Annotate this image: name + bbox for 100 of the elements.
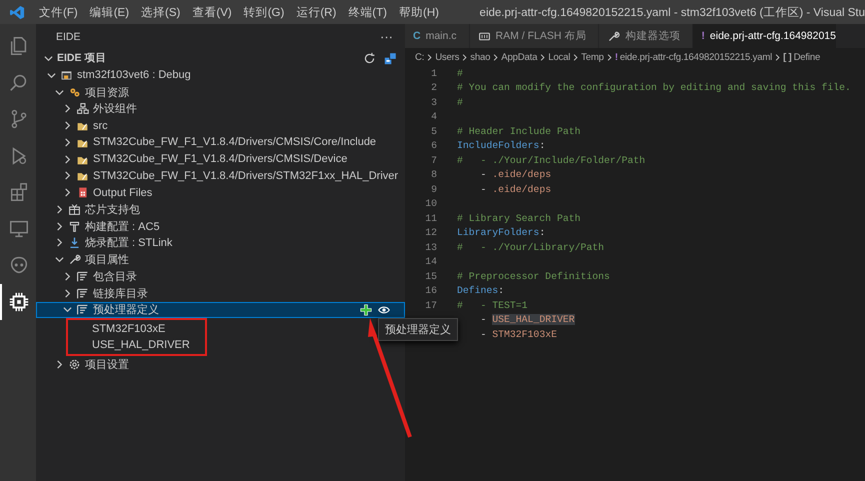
- breadcrumb-separator-icon: [572, 54, 580, 60]
- refresh-icon[interactable]: [363, 52, 376, 64]
- editor-tab[interactable]: C main.c: [405, 24, 470, 48]
- menu-item[interactable]: 运行(R): [290, 4, 342, 20]
- file-type-icon: !: [701, 30, 705, 42]
- chevron-right-icon[interactable]: [63, 138, 72, 147]
- more-actions-button[interactable]: ···: [380, 29, 393, 44]
- menu-item[interactable]: 选择(S): [135, 4, 186, 20]
- breadcrumb-separator-icon: [774, 54, 782, 60]
- chevron-right-icon[interactable]: [63, 288, 72, 298]
- code-comment: # Header Include Path: [457, 126, 580, 137]
- menu-item[interactable]: 帮助(H): [392, 4, 445, 20]
- tree-item[interactable]: 包含目录: [93, 268, 137, 284]
- tree-item[interactable]: 项目设置: [85, 356, 129, 372]
- tree-item[interactable]: 构建配置 : AC5: [85, 218, 160, 234]
- tree-item[interactable]: 项目资源: [85, 84, 129, 100]
- breadcrumb-item[interactable]: Users: [435, 52, 460, 62]
- code-text: :: [498, 285, 504, 296]
- breadcrumb-item[interactable]: AppData: [501, 52, 538, 62]
- line-number: 11: [424, 212, 437, 224]
- app-logo-icon: [10, 4, 25, 20]
- tree-item[interactable]: 项目属性: [85, 252, 129, 268]
- tree-item[interactable]: 链接库目录: [93, 286, 148, 301]
- chevron-down-icon[interactable]: [63, 305, 72, 314]
- tree-item[interactable]: STM32F103xE: [92, 322, 166, 335]
- chevron-down-icon[interactable]: [55, 255, 64, 264]
- hammer-icon: [68, 220, 81, 233]
- breadcrumb-separator-icon: [539, 54, 546, 60]
- menu-item[interactable]: 查看(V): [186, 4, 238, 20]
- chevron-right-icon[interactable]: [63, 104, 72, 114]
- tree-item[interactable]: STM32Cube_FW_F1_V1.8.4/Drivers/CMSIS/Core/Include: [93, 136, 376, 148]
- windows-icon[interactable]: [384, 52, 397, 64]
- code-text: :: [539, 227, 546, 238]
- code-text: :: [539, 140, 546, 152]
- line-number: 14: [424, 256, 437, 268]
- editor-tab[interactable]: 构建器选项: [599, 24, 694, 48]
- chevron-down-icon[interactable]: [55, 88, 64, 97]
- tree-item[interactable]: STM32Cube_FW_F1_V1.8.4/Drivers/CMSIS/Device: [93, 153, 348, 166]
- chevron-right-icon[interactable]: [63, 272, 72, 281]
- tree-item[interactable]: 芯片支持包: [85, 202, 140, 217]
- chevron-right-icon[interactable]: [63, 188, 72, 198]
- chevron-down-icon[interactable]: [44, 54, 53, 62]
- breadcrumb-separator-icon: [606, 54, 613, 60]
- menu-item[interactable]: 转到(G): [238, 4, 290, 20]
- breadcrumb-item[interactable]: shao: [470, 52, 490, 62]
- yaml-key: IncludeFolders: [457, 140, 540, 152]
- chevron-right-icon[interactable]: [55, 360, 64, 369]
- breadcrumb-symbol-icon: [ ]: [783, 52, 792, 62]
- tree-item[interactable]: USE_HAL_DRIVER: [92, 339, 190, 352]
- breadcrumb-separator-icon: [426, 54, 434, 60]
- line-number: 1: [430, 68, 437, 79]
- download-icon: [68, 236, 81, 250]
- yaml-value: .eide/deps: [492, 169, 552, 180]
- line-number: 3: [430, 96, 437, 108]
- chip-icon[interactable]: [8, 290, 30, 313]
- section-title[interactable]: EIDE 项目: [57, 51, 106, 65]
- chevron-right-icon[interactable]: [63, 121, 72, 130]
- tree-item[interactable]: 预处理器定义: [93, 302, 159, 318]
- tab-label: main.c: [426, 30, 457, 42]
- breadcrumb-item[interactable]: Define: [794, 52, 820, 62]
- breadcrumb-item[interactable]: eide.prj-attr-cfg.1649820152215.yaml: [620, 52, 772, 62]
- chevron-right-icon[interactable]: [63, 154, 72, 164]
- chevron-right-icon[interactable]: [55, 204, 64, 214]
- line-number: 13: [424, 242, 437, 253]
- code-comment: # - ./Your/Include/Folder/Path: [457, 154, 646, 166]
- chevron-right-icon[interactable]: [63, 171, 72, 180]
- menu-item[interactable]: 终端(T): [342, 4, 393, 20]
- list-icon: [76, 303, 89, 316]
- line-number: 6: [430, 140, 437, 152]
- chevron-down-icon[interactable]: [47, 70, 56, 80]
- add-icon[interactable]: [360, 304, 372, 316]
- menu-item[interactable]: 文件(F): [33, 4, 84, 20]
- tree-item[interactable]: stm32f103vet6 : Debug: [77, 69, 191, 82]
- wrench-icon: [607, 30, 620, 42]
- line-number: 10: [424, 198, 437, 210]
- editor-tab[interactable]: ! eide.prj-attr-cfg.164982015: [693, 24, 837, 48]
- code-comment: # Preprocessor Definitions: [457, 270, 610, 282]
- tree-item[interactable]: Output Files: [93, 186, 152, 199]
- tree-item[interactable]: 外设组件: [93, 101, 137, 116]
- breadcrumb-item[interactable]: C:: [415, 52, 424, 62]
- tab-label: 构建器选项: [625, 29, 680, 43]
- gear-icon: [68, 358, 81, 371]
- chevron-right-icon[interactable]: [55, 222, 64, 231]
- editor-tab[interactable]: RAM / FLASH 布局: [470, 24, 600, 48]
- breadcrumb-separator-icon: [461, 54, 468, 60]
- menu-item[interactable]: 编辑(E): [84, 4, 136, 20]
- tree-item[interactable]: STM32Cube_FW_F1_V1.8.4/Drivers/STM32F1xx_HAL_Driver: [93, 170, 398, 182]
- tree-item[interactable]: src: [93, 120, 108, 132]
- code-comment: # You can modify the configuration by editing and saving this file.: [457, 82, 851, 94]
- project-icon: [60, 68, 73, 82]
- code-comment: #: [457, 68, 463, 79]
- breadcrumb-item[interactable]: Temp: [581, 52, 604, 62]
- line-number: 2: [430, 82, 437, 94]
- breadcrumb-item[interactable]: Local: [548, 52, 570, 62]
- tree-item[interactable]: 烧录配置 : STLink: [85, 235, 172, 250]
- eye-icon[interactable]: [378, 304, 390, 316]
- chevron-right-icon[interactable]: [55, 238, 64, 248]
- wrench-icon: [68, 253, 81, 266]
- extensions-icon[interactable]: [8, 181, 30, 204]
- line-number: 9: [430, 184, 437, 195]
